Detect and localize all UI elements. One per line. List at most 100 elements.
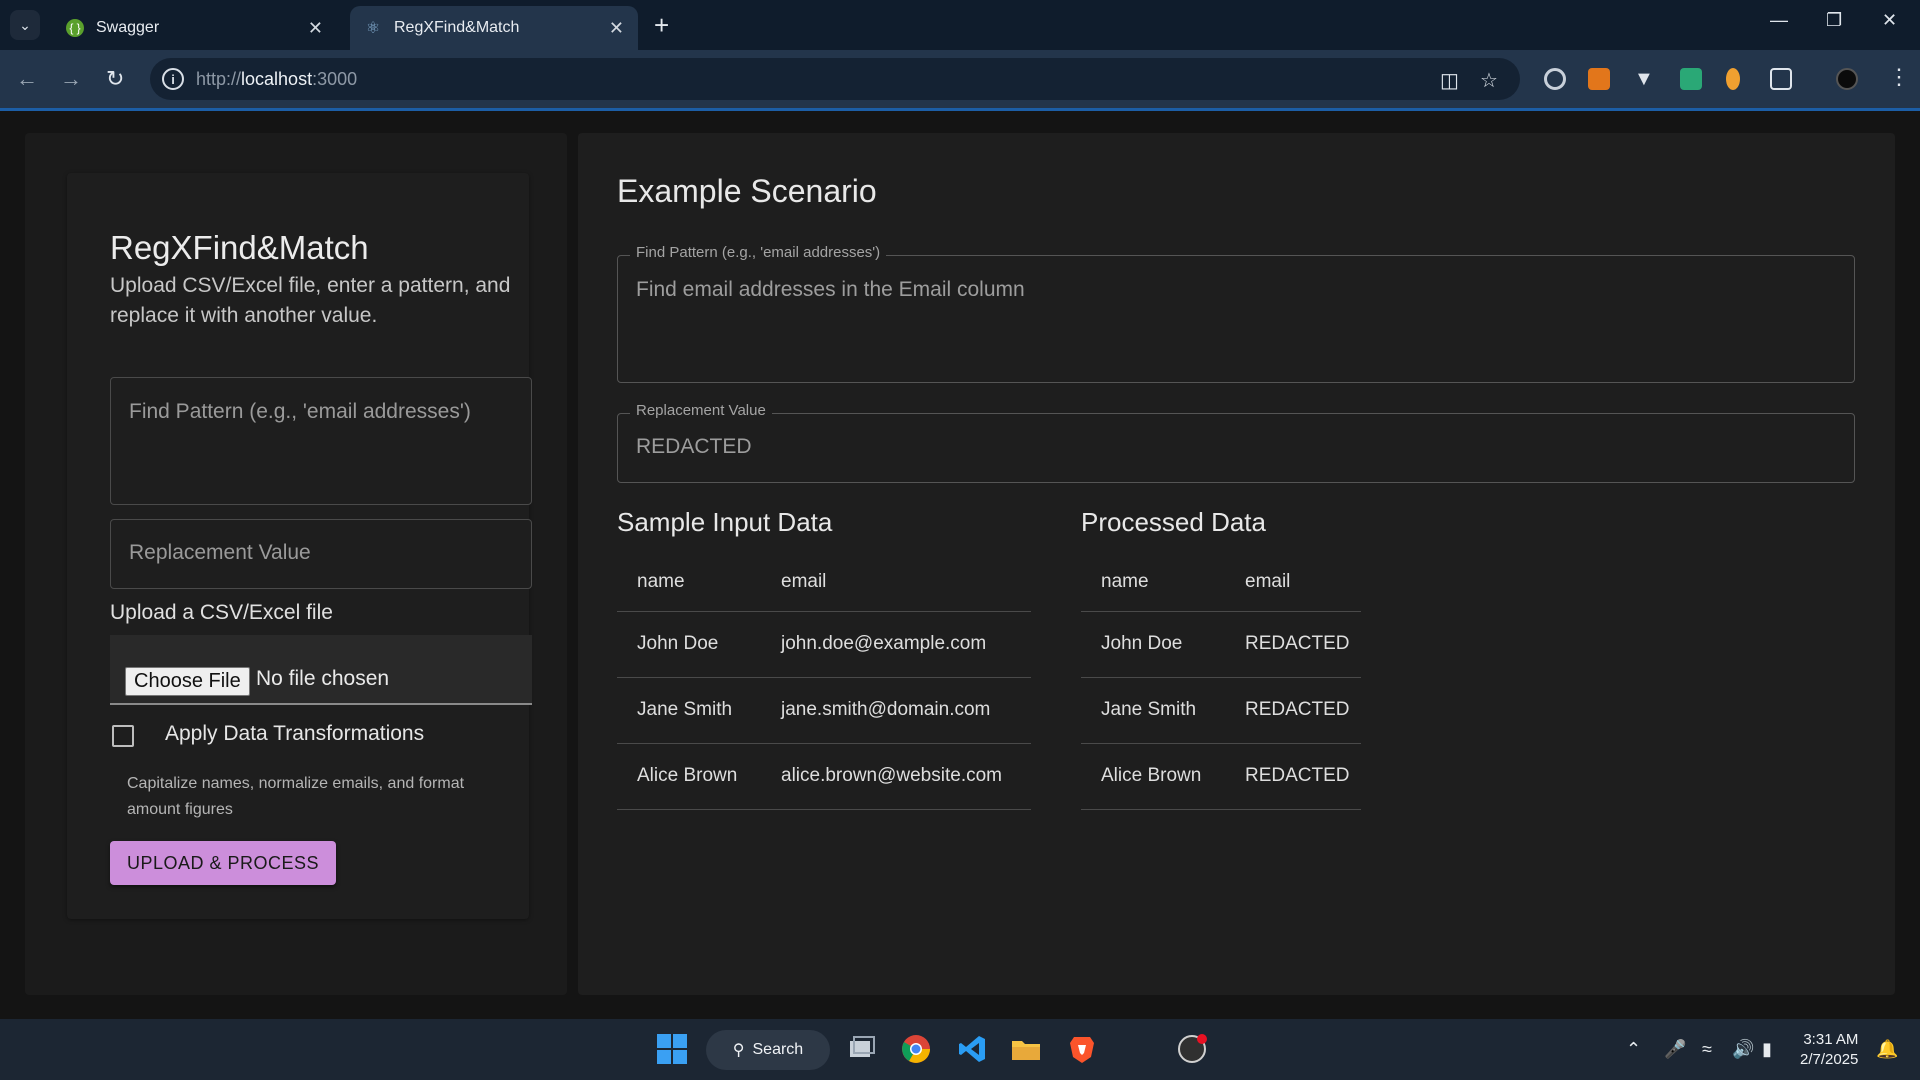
find-pattern-placeholder: Find Pattern (e.g., 'email addresses') — [129, 400, 471, 423]
tab-swagger[interactable]: { } Swagger ✕ — [52, 6, 337, 50]
sample-input-table: name email John Doe john.doe@example.com… — [617, 553, 1031, 810]
example-title: Example Scenario — [617, 173, 877, 209]
file-input[interactable]: Choose File No file chosen — [110, 635, 532, 705]
find-pattern-legend: Find Pattern (e.g., 'email addresses') — [630, 244, 887, 261]
reload-icon[interactable]: ↻ — [106, 66, 124, 92]
replacement-value-input[interactable]: Replacement Value — [110, 519, 532, 589]
windows-taskbar: ⚲ Search ⌃ 🎤 ≈ 🔊 ▮ 3:31 AM 2/7/2025 🔔 — [0, 1019, 1920, 1080]
close-tab-icon[interactable]: ✕ — [308, 18, 323, 39]
close-tab-icon[interactable]: ✕ — [609, 18, 624, 39]
example-find-pattern-field[interactable]: Find Pattern (e.g., 'email addresses') F… — [617, 244, 1855, 383]
battery-icon[interactable]: ▮ — [1762, 1039, 1772, 1060]
table-header-row: name email — [617, 553, 1031, 612]
volume-icon[interactable]: 🔊 — [1732, 1039, 1754, 1060]
extension-green-icon[interactable] — [1680, 68, 1702, 90]
bookmark-star-icon[interactable]: ☆ — [1480, 68, 1498, 93]
extension-orange-icon[interactable] — [1726, 68, 1740, 90]
chrome-icon[interactable] — [900, 1033, 932, 1065]
table-cell: Alice Brown — [617, 743, 761, 810]
table-cell: REDACTED — [1225, 677, 1361, 744]
minimize-icon[interactable]: — — [1770, 10, 1788, 31]
system-clock[interactable]: 3:31 AM 2/7/2025 — [1800, 1030, 1858, 1070]
column-header: email — [761, 553, 1031, 612]
tab-regxfind[interactable]: ⚛ RegXFind&Match ✕ — [350, 6, 638, 50]
table-cell: Alice Brown — [1081, 743, 1225, 810]
transform-checkbox[interactable] — [112, 725, 134, 747]
table-cell: Jane Smith — [617, 677, 761, 744]
table-row: John Doe john.doe@example.com — [617, 611, 1031, 678]
table-row: Alice Brown REDACTED — [1081, 743, 1361, 810]
app-title: RegXFind&Match — [110, 229, 369, 266]
site-info-icon[interactable]: i — [162, 68, 184, 90]
show-hidden-icons[interactable]: ⌃ — [1626, 1039, 1641, 1060]
browser-toolbar: ← → ↻ i http://localhost:3000 ◫ ☆ ▼ ⋮ — [0, 50, 1920, 108]
upload-panel: RegXFind&Match Upload CSV/Excel file, en… — [25, 133, 567, 995]
table-row: Jane Smith REDACTED — [1081, 677, 1361, 744]
browser-menu-icon[interactable]: ⋮ — [1888, 64, 1910, 90]
table-row: Alice Brown alice.brown@website.com — [617, 743, 1031, 810]
task-view-icon[interactable] — [846, 1033, 878, 1065]
brave-icon[interactable] — [1066, 1033, 1098, 1065]
tab-title: RegXFind&Match — [394, 19, 520, 36]
profile-avatar[interactable] — [1836, 68, 1858, 90]
clock-date: 2/7/2025 — [1800, 1051, 1859, 1068]
vscode-icon[interactable] — [956, 1033, 988, 1065]
restore-icon[interactable]: ❐ — [1826, 10, 1842, 31]
example-replacement-field[interactable]: Replacement Value REDACTED — [617, 402, 1855, 483]
metamask-icon[interactable] — [1588, 68, 1610, 90]
obs-icon[interactable] — [1176, 1033, 1208, 1065]
example-panel: Example Scenario Find Pattern (e.g., 'em… — [578, 133, 1895, 995]
transform-helper-text: Capitalize names, normalize emails, and … — [127, 775, 465, 818]
extension-icon[interactable] — [1544, 68, 1566, 90]
search-icon: ⚲ — [732, 1042, 745, 1059]
table-cell: john.doe@example.com — [761, 611, 1031, 678]
table-cell: REDACTED — [1225, 743, 1361, 810]
new-tab-button[interactable]: + — [654, 10, 669, 40]
vue-devtools-icon[interactable]: ▼ — [1634, 68, 1656, 90]
table-row: Jane Smith jane.smith@domain.com — [617, 677, 1031, 744]
sample-input-title: Sample Input Data — [617, 507, 833, 537]
table-cell: John Doe — [1081, 611, 1225, 678]
address-bar[interactable]: i http://localhost:3000 ◫ ☆ — [150, 58, 1520, 100]
upload-process-button[interactable]: UPLOAD & PROCESS — [110, 841, 336, 885]
window-close-icon[interactable]: ✕ — [1882, 10, 1897, 31]
choose-file-button[interactable]: Choose File — [125, 667, 250, 696]
back-icon[interactable]: ← — [16, 66, 38, 92]
swagger-icon: { } — [66, 19, 84, 37]
app-subtitle: Upload CSV/Excel file, enter a pattern, … — [110, 274, 511, 327]
table-cell: Jane Smith — [1081, 677, 1225, 744]
file-upload-label: Upload a CSV/Excel file — [110, 601, 333, 624]
tab-title: Swagger — [96, 19, 160, 36]
table-cell: jane.smith@domain.com — [761, 677, 1031, 744]
tab-search-dropdown[interactable]: ⌄ — [10, 10, 40, 40]
replacement-legend: Replacement Value — [630, 402, 772, 419]
page-content: RegXFind&Match Upload CSV/Excel file, en… — [0, 111, 1920, 1019]
processed-data-table: name email John Doe REDACTED Jane Smith … — [1081, 553, 1361, 810]
upload-card: RegXFind&Match Upload CSV/Excel file, en… — [67, 173, 532, 919]
file-explorer-icon[interactable] — [1010, 1033, 1042, 1065]
windows-start-icon[interactable] — [656, 1033, 688, 1065]
find-pattern-input[interactable]: Find Pattern (e.g., 'email addresses') — [110, 377, 532, 505]
replacement-value: REDACTED — [636, 435, 752, 458]
forward-icon[interactable]: → — [60, 66, 82, 92]
search-label: Search — [752, 1041, 804, 1058]
microphone-icon[interactable]: 🎤 — [1664, 1039, 1686, 1060]
table-header-row: name email — [1081, 553, 1361, 612]
table-cell: John Doe — [617, 611, 761, 678]
wifi-icon[interactable]: ≈ — [1702, 1039, 1712, 1060]
column-header: name — [617, 553, 761, 612]
table-cell: alice.brown@website.com — [761, 743, 1031, 810]
transform-checkbox-label[interactable]: Apply Data Transformations — [165, 722, 424, 746]
notification-bell-icon[interactable]: 🔔 — [1876, 1039, 1898, 1060]
file-status: No file chosen — [256, 667, 390, 690]
replacement-placeholder: Replacement Value — [129, 541, 311, 564]
taskbar-search[interactable]: ⚲ Search — [706, 1030, 830, 1070]
react-icon: ⚛ — [365, 20, 381, 37]
url-text: http://localhost:3000 — [196, 69, 358, 89]
browser-tab-bar: ⌄ { } Swagger ✕ ⚛ RegXFind&Match ✕ + — ❐… — [0, 0, 1920, 50]
find-pattern-value: Find email addresses in the Email column — [636, 278, 1025, 301]
column-header: email — [1225, 553, 1361, 612]
extensions-puzzle-icon[interactable] — [1770, 68, 1792, 90]
column-header: name — [1081, 553, 1225, 612]
install-app-icon[interactable]: ◫ — [1440, 68, 1459, 93]
